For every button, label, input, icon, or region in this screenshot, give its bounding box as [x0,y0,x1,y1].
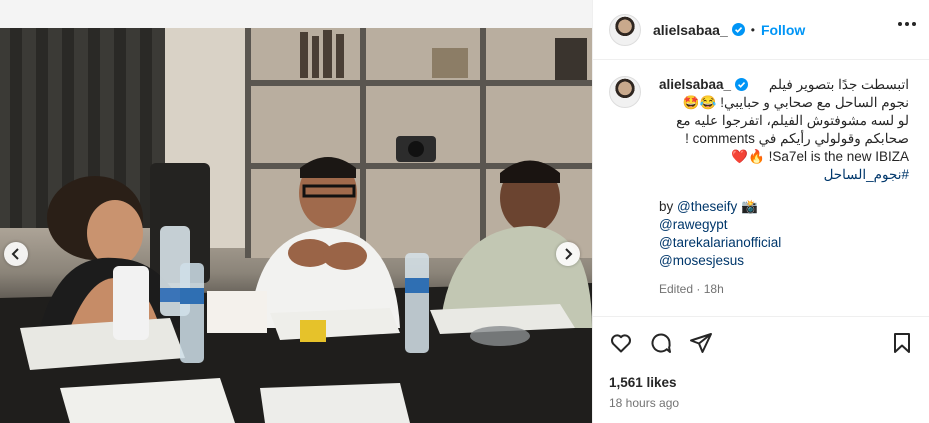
caption-body: alielsabaa_ اتبسطت جدًا بتصوير فيلم نجوم… [659,76,909,298]
post-media-panel [0,0,592,423]
heart-icon[interactable] [609,331,633,355]
post-photo[interactable] [0,28,592,423]
chevron-left-icon [11,248,19,260]
post-header: alielsabaa_ • Follow [593,0,929,60]
bookmark-icon[interactable] [890,331,914,355]
caption-area: alielsabaa_ اتبسطت جدًا بتصوير فيلم نجوم… [593,60,929,316]
verified-badge-icon [731,23,745,36]
caption-line-1: اتبسطت جدًا بتصوير فيلم [768,77,909,92]
comment-icon[interactable] [649,331,673,355]
caption-line-4: صحابكم وقولولي رأيكم في comments ! [685,131,909,146]
photo-credit: by @theseify 📸 [659,198,909,216]
caption-username[interactable]: alielsabaa_ [659,76,731,94]
more-options-icon[interactable] [898,22,916,26]
edited-separator: · [696,282,701,296]
carousel-prev-button[interactable] [4,242,28,266]
camera-emoji: 📸 [741,199,758,214]
likes-count[interactable]: 1,561 likes [609,375,677,390]
author-avatar[interactable] [609,13,641,46]
edited-info: Edited · 18h [659,280,909,298]
caption-line-3: لو لسه مشوفتوش الفيلم، اتفرجوا عليه مع [676,113,909,128]
mention-mosesjesus[interactable]: @mosesjesus [659,252,909,270]
photo-illustration [0,28,592,423]
post-side-panel: alielsabaa_ • Follow alielsabaa_ اتبسطت … [592,0,929,423]
caption-avatar[interactable] [609,76,641,108]
action-icons [609,331,713,355]
edited-label: Edited [659,282,694,296]
caption-hashtag[interactable]: #نجوم_الساحل [659,166,909,184]
caption-line-2: نجوم الساحل مع صحابي و حبايبي! 😂🤩 [682,95,909,110]
chevron-right-icon [565,248,573,260]
author-username[interactable]: alielsabaa_ [653,22,728,38]
credit-block: by @theseify 📸 @rawegypt @tarekalarianof… [659,198,909,270]
mention-rawegypt[interactable]: @rawegypt [659,216,909,234]
media-top-strip [0,0,592,28]
mention-tarekalarianofficial[interactable]: @tarekalarianofficial [659,234,909,252]
carousel-next-button[interactable] [556,242,580,266]
edited-time[interactable]: 18h [704,282,724,296]
post-timestamp[interactable]: 18 hours ago [609,396,679,410]
credit-prefix: by [659,199,678,214]
header-separator: • [750,22,755,37]
caption: alielsabaa_ اتبسطت جدًا بتصوير فيلم نجوم… [609,76,914,298]
follow-button[interactable]: Follow [761,22,805,38]
caption-line-5: Sa7el is the new IBIZA! 🔥❤️ [731,149,909,164]
verified-badge-icon [735,78,749,91]
credit-mention[interactable]: @theseify [677,199,737,214]
post-actions: 1,561 likes 18 hours ago [593,316,929,423]
share-icon[interactable] [689,331,713,355]
